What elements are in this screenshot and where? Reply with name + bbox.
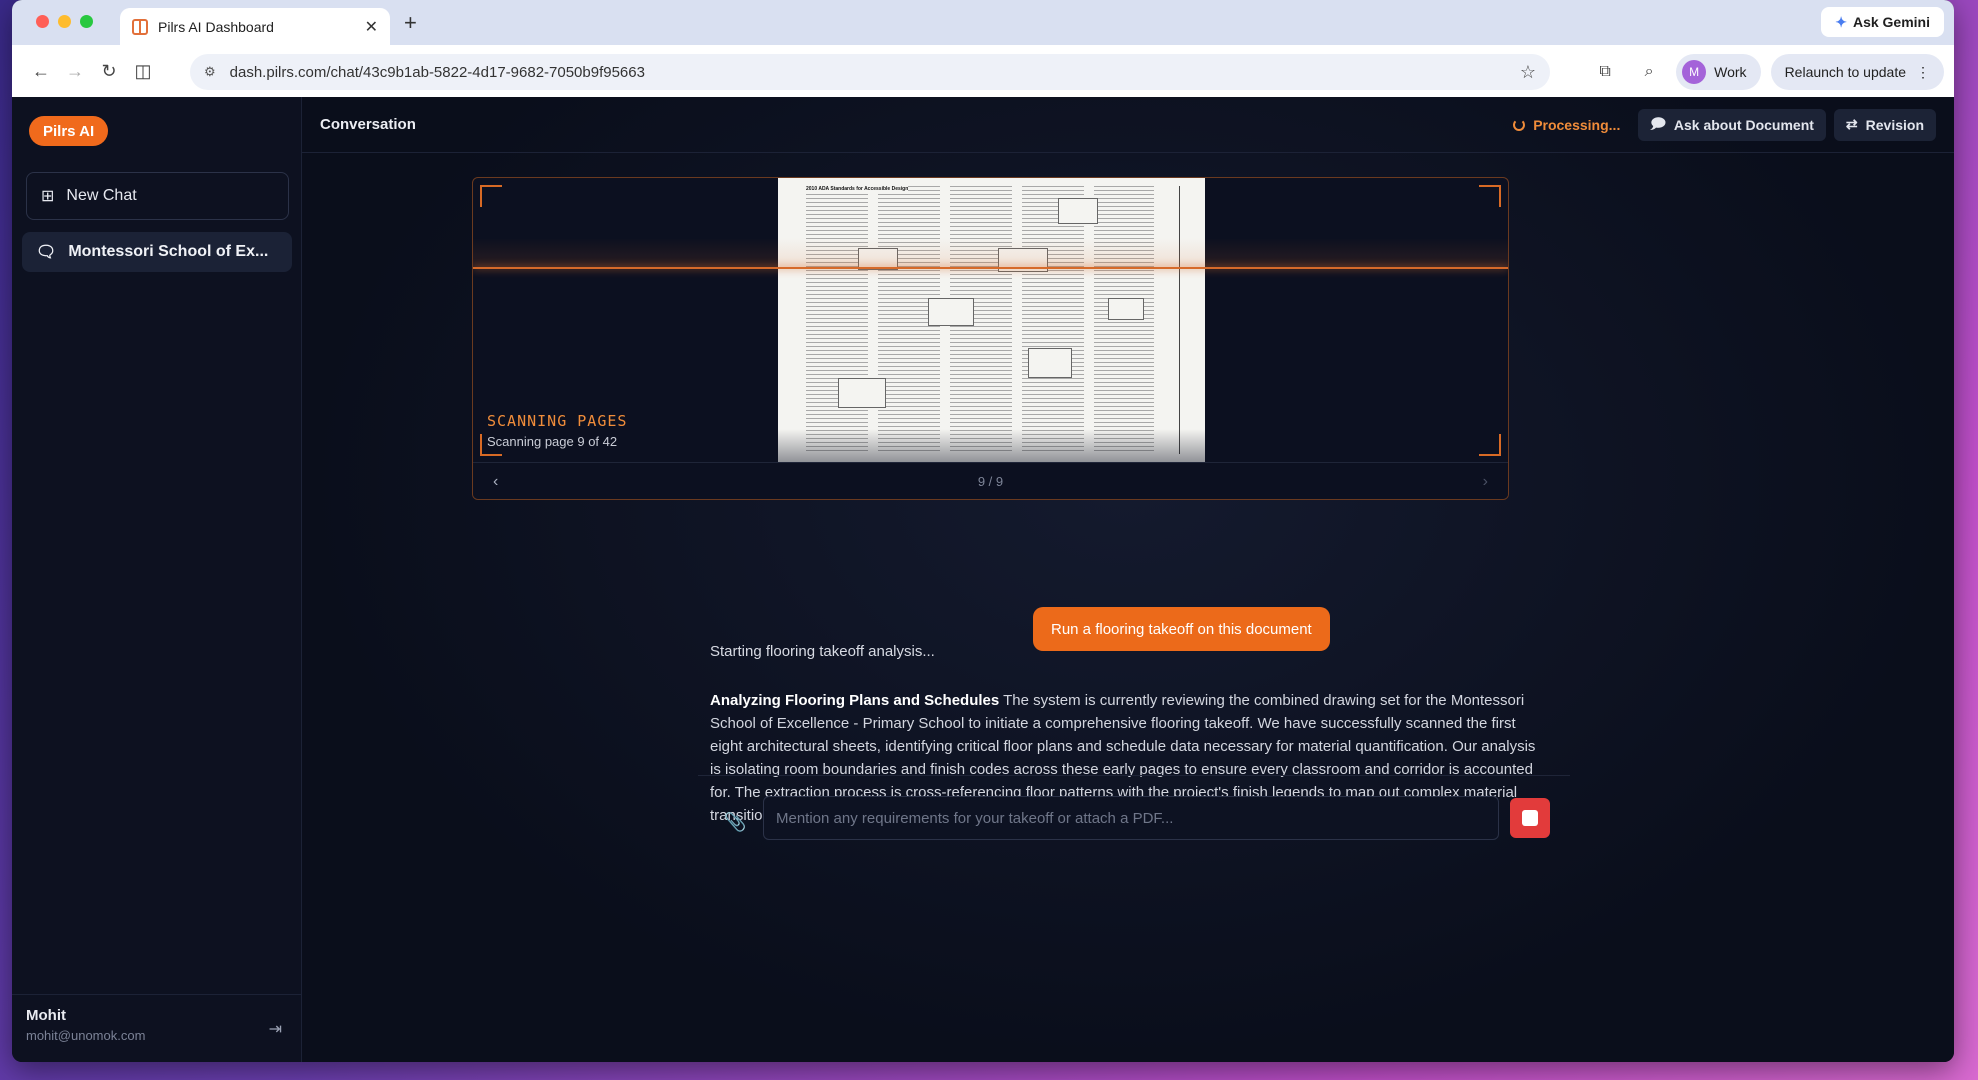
user-email: mohit@unomok.com bbox=[26, 1028, 146, 1043]
site-settings-icon[interactable]: ⚙ bbox=[204, 64, 216, 80]
corner-bracket bbox=[480, 185, 502, 207]
extensions-icon[interactable]: ⧉ bbox=[1588, 55, 1622, 89]
revision-button[interactable]: ⇄ Revision bbox=[1833, 108, 1936, 141]
corner-bracket bbox=[1479, 185, 1501, 207]
message-composer: 📎 bbox=[698, 775, 1570, 862]
tab-strip: Pilrs AI Dashboard ✕ + ✦ Ask Gemini bbox=[12, 0, 1954, 45]
page-navigation: ‹ 9 / 9 › bbox=[473, 462, 1508, 499]
main-panel: Conversation Processing... 🗩 Ask about D… bbox=[302, 97, 1954, 1062]
profile-label: Work bbox=[1714, 64, 1747, 80]
brand-logo: Pilrs AI bbox=[29, 116, 109, 146]
doc-diagram bbox=[1108, 298, 1144, 320]
bookmark-star-icon[interactable]: ☆ bbox=[1520, 62, 1536, 83]
window-controls bbox=[36, 15, 93, 28]
document-page-preview: 2010 ADA Standards for Accessible Design bbox=[778, 178, 1205, 462]
relaunch-button[interactable]: Relaunch to update ⋮ bbox=[1770, 54, 1944, 90]
browser-window: Pilrs AI Dashboard ✕ + ✦ Ask Gemini ← → … bbox=[12, 0, 1954, 1062]
logout-icon[interactable]: ⇥ bbox=[269, 1019, 282, 1039]
processing-status: Processing... bbox=[1513, 117, 1620, 133]
profile-avatar: M bbox=[1682, 60, 1707, 84]
doc-text-column bbox=[1094, 186, 1154, 454]
new-chat-icon: ⊞ bbox=[41, 188, 55, 205]
scanning-progress: Scanning page 9 of 42 bbox=[487, 434, 618, 449]
doc-title-block bbox=[1179, 186, 1199, 454]
chevron-right-icon[interactable]: › bbox=[1483, 473, 1488, 491]
browser-tab-active[interactable]: Pilrs AI Dashboard ✕ bbox=[120, 8, 390, 45]
scan-line bbox=[473, 267, 1508, 269]
page-title: Conversation bbox=[320, 116, 416, 133]
revision-label: Revision bbox=[1865, 116, 1924, 133]
ai-status-message: Starting flooring takeoff analysis... bbox=[710, 643, 935, 660]
user-message: Run a flooring takeoff on this document bbox=[1033, 607, 1330, 651]
document-scanner: 2010 ADA Standards for Accessible Design… bbox=[472, 177, 1509, 500]
scanning-title: SCANNING PAGES bbox=[487, 412, 628, 430]
doc-text-column bbox=[1022, 186, 1084, 454]
processing-label: Processing... bbox=[1533, 116, 1621, 133]
stop-icon bbox=[1522, 810, 1538, 826]
pilrs-favicon-icon bbox=[132, 18, 148, 35]
scan-glow bbox=[473, 238, 1508, 268]
doc-diagram bbox=[1058, 198, 1098, 224]
user-panel: Mohit mohit@unomok.com ⇥ bbox=[12, 994, 302, 1062]
revision-icon: ⇄ bbox=[1845, 116, 1858, 132]
maximize-window-button[interactable] bbox=[80, 15, 93, 28]
reload-icon[interactable]: ↻ bbox=[92, 54, 126, 88]
app: Pilrs AI ⊞ New Chat 🗨 Montessori School … bbox=[12, 97, 1954, 1062]
ask-gemini-button[interactable]: ✦ Ask Gemini bbox=[1821, 7, 1944, 37]
browser-toolbar: ← → ↻ ◫ ⚙ dash.pilrs.com/chat/43c9b1ab-5… bbox=[12, 45, 1954, 97]
url-text: dash.pilrs.com/chat/43c9b1ab-5822-4d17-9… bbox=[229, 63, 645, 81]
chat-item-label: Montessori School of Ex... bbox=[68, 243, 269, 260]
corner-bracket bbox=[1479, 434, 1501, 456]
ai-message-heading: Analyzing Flooring Plans and Schedules bbox=[710, 692, 1000, 709]
minimize-window-button[interactable] bbox=[58, 15, 71, 28]
doc-text-column bbox=[806, 186, 868, 454]
sidebar: Pilrs AI ⊞ New Chat 🗨 Montessori School … bbox=[12, 97, 302, 1062]
new-tab-icon[interactable]: + bbox=[404, 10, 417, 36]
address-bar[interactable]: ⚙ dash.pilrs.com/chat/43c9b1ab-5822-4d17… bbox=[190, 54, 1550, 90]
chat-bubbles-icon: 🗨 bbox=[36, 244, 57, 261]
doc-heading: 2010 ADA Standards for Accessible Design bbox=[806, 186, 909, 192]
user-name: Mohit bbox=[26, 1007, 66, 1024]
gemini-sparkle-icon: ✦ bbox=[1835, 13, 1847, 30]
toolbar-right: ⧉ ⌕ M Work Relaunch to update ⋮ bbox=[1588, 54, 1944, 90]
new-chat-button[interactable]: ⊞ New Chat bbox=[26, 172, 289, 220]
paperclip-icon[interactable]: 📎 bbox=[724, 812, 746, 833]
close-tab-icon[interactable]: ✕ bbox=[365, 17, 378, 37]
doc-diagram bbox=[928, 298, 974, 326]
ask-document-label: Ask about Document bbox=[1673, 116, 1814, 133]
split-view-icon[interactable]: ◫ bbox=[126, 54, 160, 88]
doc-diagram bbox=[838, 378, 886, 408]
spinner-icon bbox=[1513, 118, 1526, 131]
profile-chip[interactable]: M Work bbox=[1676, 54, 1761, 90]
ask-gemini-label: Ask Gemini bbox=[1852, 14, 1930, 30]
back-arrow-icon[interactable]: ← bbox=[24, 54, 58, 88]
stop-button[interactable] bbox=[1510, 798, 1550, 838]
chevron-left-icon[interactable]: ‹ bbox=[493, 473, 498, 491]
sidebar-chat-item[interactable]: 🗨 Montessori School of Ex... bbox=[22, 232, 292, 272]
chat-bubble-icon: 🗩 bbox=[1650, 114, 1666, 131]
tab-title: Pilrs AI Dashboard bbox=[158, 18, 274, 35]
forward-arrow-icon[interactable]: → bbox=[58, 54, 92, 88]
page-indicator: 9 / 9 bbox=[977, 474, 1004, 489]
more-menu-icon[interactable]: ⋮ bbox=[1916, 64, 1930, 81]
conversation-header: Conversation Processing... 🗩 Ask about D… bbox=[302, 97, 1954, 153]
message-input[interactable] bbox=[763, 796, 1499, 840]
new-chat-label: New Chat bbox=[66, 187, 137, 204]
ask-about-document-button[interactable]: 🗩 Ask about Document bbox=[1638, 108, 1826, 141]
relaunch-label: Relaunch to update bbox=[1784, 64, 1906, 80]
search-tabs-icon[interactable]: ⌕ bbox=[1632, 55, 1666, 89]
close-window-button[interactable] bbox=[36, 15, 49, 28]
doc-diagram bbox=[1028, 348, 1072, 378]
